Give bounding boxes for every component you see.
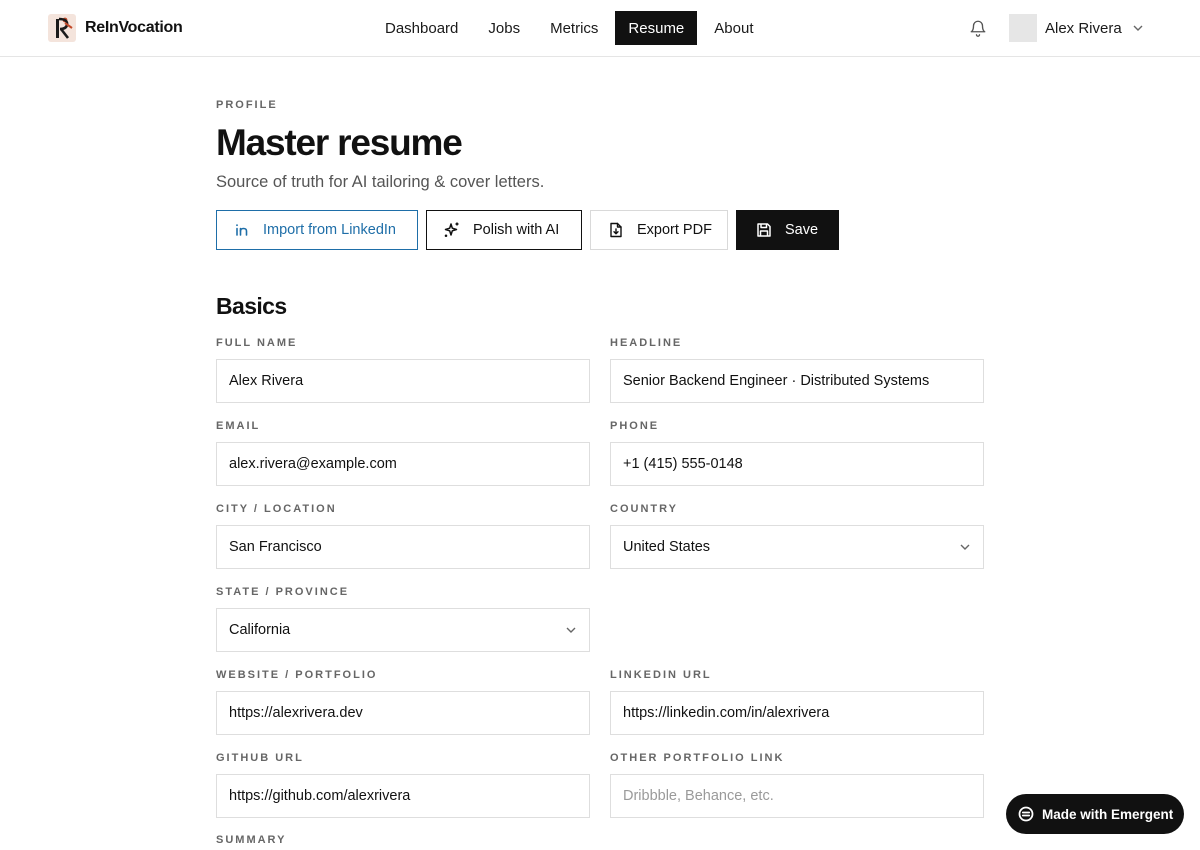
page-title: Master resume [216, 122, 463, 163]
nav-about[interactable]: About [701, 11, 766, 45]
brand[interactable]: ReInVocation [48, 14, 183, 42]
email-input[interactable]: alex.rivera@example.com [216, 442, 590, 486]
summary-label: SUMMARY [216, 834, 287, 846]
avatar [1009, 14, 1037, 42]
chevron-down-icon [1132, 22, 1144, 34]
linkedin-url-input[interactable]: https://linkedin.com/in/alexrivera [610, 691, 984, 735]
website-field: WEBSITE / PORTFOLIO https://alexrivera.d… [216, 668, 590, 735]
notifications-bell-icon[interactable] [966, 16, 990, 40]
state-field: STATE / PROVINCE California [216, 585, 590, 652]
full-name-label: FULL NAME [216, 337, 298, 349]
country-select[interactable]: United States [610, 525, 984, 569]
website-label: WEBSITE / PORTFOLIO [216, 669, 378, 681]
top-navigation-bar: ReInVocation Dashboard Jobs Metrics Resu… [0, 0, 1200, 57]
linkedin-icon [233, 221, 251, 239]
user-name: Alex Rivera [1045, 19, 1122, 37]
nav-jobs[interactable]: Jobs [475, 11, 533, 45]
state-label: STATE / PROVINCE [216, 586, 350, 598]
save-icon [755, 221, 773, 239]
save-label: Save [785, 222, 819, 238]
city-field: CITY / LOCATION San Francisco [216, 502, 590, 569]
full-name-input[interactable]: Alex Rivera [216, 359, 590, 403]
email-field: EMAIL alex.rivera@example.com [216, 419, 590, 486]
country-select-value: United States [623, 539, 711, 555]
chevron-down-icon [565, 624, 577, 636]
full-name-field: FULL NAME Alex Rivera [216, 336, 590, 403]
polish-ai-label: Polish with AI [473, 222, 560, 238]
state-select[interactable]: California [216, 608, 590, 652]
page-eyebrow: PROFILE [216, 99, 278, 111]
phone-input[interactable]: +1 (415) 555-0148 [610, 442, 984, 486]
import-linkedin-label: Import from LinkedIn [263, 222, 396, 238]
headline-field: HEADLINE Senior Backend Engineer · Distr… [610, 336, 984, 403]
nav-dashboard[interactable]: Dashboard [372, 11, 471, 45]
github-url-field: GITHUB URL https://github.com/alexrivera [216, 751, 590, 818]
page-subtitle: Source of truth for AI tailoring & cover… [216, 173, 545, 191]
city-input[interactable]: San Francisco [216, 525, 590, 569]
linkedin-url-label: LINKEDIN URL [610, 669, 712, 681]
state-select-value: California [229, 622, 291, 638]
chevron-down-icon [959, 541, 971, 553]
linkedin-url-field: LINKEDIN URL https://linkedin.com/in/ale… [610, 668, 984, 735]
other-portfolio-input[interactable]: Dribbble, Behance, etc. [610, 774, 984, 818]
city-label: CITY / LOCATION [216, 503, 337, 515]
polish-ai-button[interactable]: Polish with AI [426, 210, 582, 250]
headline-input[interactable]: Senior Backend Engineer · Distributed Sy… [610, 359, 984, 403]
section-title-basics: Basics [216, 293, 287, 319]
country-label: COUNTRY [610, 503, 678, 515]
nav-metrics[interactable]: Metrics [537, 11, 611, 45]
file-download-icon [607, 221, 625, 239]
phone-label: PHONE [610, 420, 660, 432]
brand-logo-icon [48, 14, 76, 42]
brand-name: ReInVocation [85, 19, 183, 36]
github-url-input[interactable]: https://github.com/alexrivera [216, 774, 590, 818]
phone-field: PHONE +1 (415) 555-0148 [610, 419, 984, 486]
save-button[interactable]: Save [736, 210, 839, 250]
emergent-logo-icon [1018, 806, 1034, 822]
github-url-label: GITHUB URL [216, 752, 304, 764]
country-field: COUNTRY United States [610, 502, 984, 569]
website-input[interactable]: https://alexrivera.dev [216, 691, 590, 735]
export-pdf-button[interactable]: Export PDF [590, 210, 728, 250]
made-with-emergent-badge[interactable]: Made with Emergent [1006, 794, 1184, 834]
headline-label: HEADLINE [610, 337, 683, 349]
main-nav: Dashboard Jobs Metrics Resume About [372, 11, 766, 45]
sparkles-icon [443, 221, 461, 239]
export-pdf-label: Export PDF [637, 222, 712, 238]
email-label: EMAIL [216, 420, 261, 432]
other-portfolio-label: OTHER PORTFOLIO LINK [610, 752, 785, 764]
user-menu[interactable]: Alex Rivera [1009, 14, 1144, 42]
action-toolbar: Import from LinkedIn Polish with AI Expo… [216, 210, 839, 250]
import-linkedin-button[interactable]: Import from LinkedIn [216, 210, 418, 250]
made-with-emergent-label: Made with Emergent [1042, 806, 1174, 822]
other-portfolio-field: OTHER PORTFOLIO LINK Dribbble, Behance, … [610, 751, 984, 818]
nav-resume[interactable]: Resume [615, 11, 698, 45]
